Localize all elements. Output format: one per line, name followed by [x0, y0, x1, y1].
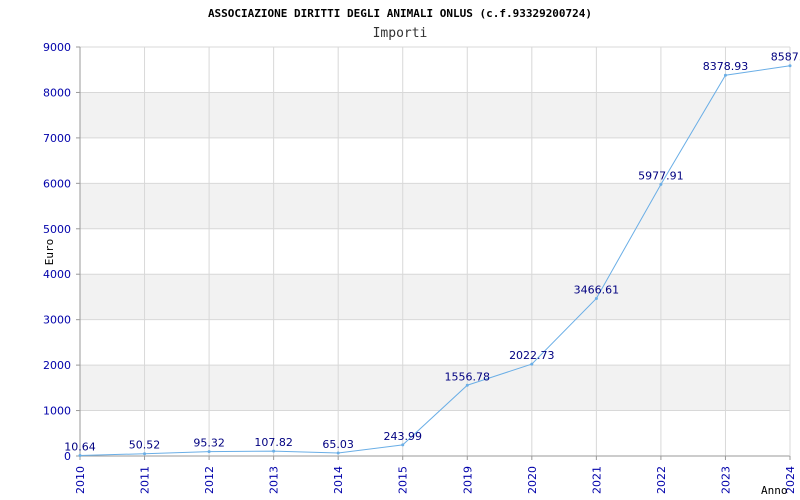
- background-bands: [80, 92, 790, 411]
- data-label: 243.99: [383, 430, 422, 443]
- data-point: [465, 383, 469, 387]
- y-tick-label: 2000: [43, 359, 71, 372]
- data-label: 50.52: [129, 439, 161, 452]
- x-tick-label: 2012: [203, 466, 216, 494]
- x-tick-label: 2020: [526, 466, 539, 494]
- data-label: 95.32: [193, 437, 225, 450]
- data-point: [530, 362, 534, 366]
- data-point: [78, 454, 82, 458]
- background-band: [80, 365, 790, 411]
- y-tick-label: 6000: [43, 177, 71, 190]
- y-tick-label: 9000: [43, 41, 71, 54]
- y-tick-label: 7000: [43, 132, 71, 145]
- data-label: 10.64: [64, 441, 96, 454]
- line-chart: 0100020003000400050006000700080009000 20…: [43, 7, 800, 497]
- background-band: [80, 183, 790, 229]
- y-tick-label: 1000: [43, 405, 71, 418]
- data-label: 1556.78: [445, 370, 491, 383]
- data-label: 65.03: [322, 438, 354, 451]
- x-tick-label: 2013: [268, 466, 281, 494]
- data-point: [207, 450, 211, 454]
- x-tick-label: 2014: [332, 466, 345, 494]
- data-point: [723, 73, 727, 77]
- x-tick-label: 2022: [655, 466, 668, 494]
- x-tick-labels: 2010 2011 2012 2013 2014 2015 2019 2020 2021 2022…: [74, 466, 797, 494]
- data-point: [272, 449, 276, 453]
- data-label: 107.82: [254, 436, 293, 449]
- chart-title: ASSOCIAZIONE DIRITTI DEGLI ANIMALI ONLUS…: [208, 7, 592, 20]
- data-label: 2022.73: [509, 349, 555, 362]
- background-band: [80, 274, 790, 320]
- data-label: 5977.91: [638, 169, 684, 182]
- x-tick-label: 2011: [139, 466, 152, 494]
- x-tick-label: 2010: [74, 466, 87, 494]
- data-label: 3466.61: [574, 283, 620, 296]
- data-label: 8378.93: [703, 60, 749, 73]
- y-tick-label: 5000: [43, 223, 71, 236]
- data-point: [788, 64, 792, 68]
- data-point: [336, 451, 340, 455]
- background-band: [80, 92, 790, 138]
- data-point: [659, 182, 663, 186]
- data-label: 8587.5: [771, 51, 800, 64]
- y-tick-label: 3000: [43, 314, 71, 327]
- chart-subtitle: Importi: [373, 26, 428, 41]
- x-tick-label: 2023: [719, 466, 732, 494]
- x-tick-label: 2021: [590, 466, 603, 494]
- x-axis-label: Anno: [761, 484, 788, 497]
- data-point: [594, 296, 598, 300]
- x-tick-label: 2019: [461, 466, 474, 494]
- y-axis-label: Euro: [43, 239, 56, 266]
- y-tick-label: 4000: [43, 268, 71, 281]
- data-point: [401, 443, 405, 447]
- x-tick-label: 2015: [397, 466, 410, 494]
- data-point: [143, 452, 147, 456]
- y-tick-label: 8000: [43, 86, 71, 99]
